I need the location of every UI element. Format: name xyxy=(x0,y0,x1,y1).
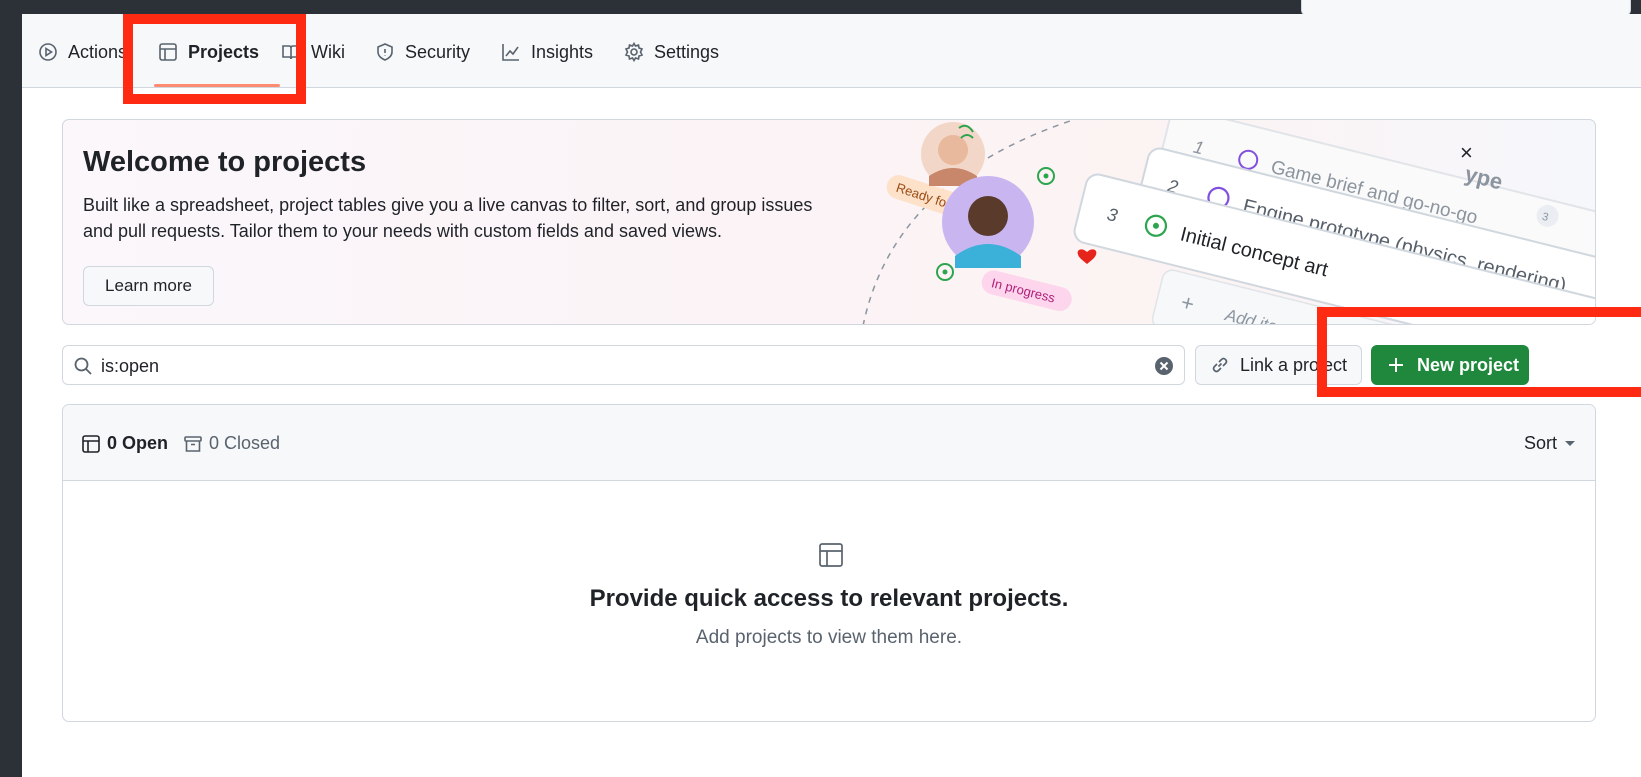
empty-state-title: Provide quick access to relevant project… xyxy=(589,585,1069,612)
chevron-down-icon xyxy=(1565,441,1575,446)
tab-projects[interactable]: Projects xyxy=(158,32,259,72)
banner-title: Welcome to projects xyxy=(83,146,367,178)
gear-icon xyxy=(624,42,644,62)
repo-tab-bar: Actions Projects Wiki Security Insights … xyxy=(22,14,1641,88)
link-project-button[interactable]: Link a project xyxy=(1195,345,1362,385)
search-input[interactable]: is:open xyxy=(101,356,159,377)
empty-state-subtitle: Add projects to view them here. xyxy=(695,627,963,648)
banner-description: Built like a spreadsheet, project tables… xyxy=(83,195,813,241)
tab-label: Projects xyxy=(188,41,260,62)
heart-icon xyxy=(1077,249,1097,264)
open-projects-filter[interactable]: 0 Open xyxy=(81,433,168,454)
tab-label: Settings xyxy=(654,41,720,62)
tab-label: Actions xyxy=(68,41,128,62)
table-icon xyxy=(159,43,177,61)
learn-more-button[interactable]: Learn more xyxy=(83,266,214,306)
tab-security[interactable]: Security xyxy=(375,32,470,72)
closed-projects-filter[interactable]: 0 Closed xyxy=(183,433,280,454)
active-tab-underline xyxy=(154,84,280,87)
table-icon xyxy=(819,543,843,567)
shield-icon xyxy=(377,43,393,61)
sort-label: Sort xyxy=(1523,433,1557,453)
archive-icon xyxy=(184,435,202,452)
new-project-label: New project xyxy=(1417,354,1520,375)
welcome-banner: Welcome to projects Built like a spreads… xyxy=(62,119,1596,325)
project-search-field[interactable]: is:open xyxy=(62,345,1185,385)
tab-wiki[interactable]: Wiki xyxy=(281,32,345,72)
in-progress-tag: In progress xyxy=(981,270,1072,311)
clear-search-icon[interactable] xyxy=(1154,356,1174,376)
plus-icon xyxy=(1389,358,1403,372)
banner-illustration: Ready for review In progress 1 Game brie… xyxy=(862,120,1595,324)
graph-icon xyxy=(502,44,519,61)
play-icon xyxy=(39,43,57,61)
window-top-bar xyxy=(0,0,1641,16)
close-icon[interactable]: × xyxy=(1460,140,1473,166)
project-list-header: 0 Open 0 Closed Sort xyxy=(63,405,1595,481)
sort-dropdown[interactable]: Sort xyxy=(1524,433,1575,454)
tab-settings[interactable]: Settings xyxy=(624,32,719,72)
closed-count: 0 Closed xyxy=(209,433,281,453)
tab-label: Insights xyxy=(531,41,594,62)
projects-page: Actions Projects Wiki Security Insights … xyxy=(22,14,1641,777)
tab-actions[interactable]: Actions xyxy=(38,32,127,72)
project-list: 0 Open 0 Closed Sort Provide quick acces… xyxy=(62,404,1596,722)
open-count: 0 Open xyxy=(107,433,169,453)
search-icon xyxy=(74,357,92,375)
link-icon xyxy=(1212,357,1228,373)
book-icon xyxy=(282,45,300,60)
tab-label: Security xyxy=(405,41,471,62)
link-project-label: Link a project xyxy=(1240,354,1348,375)
new-project-button[interactable]: New project xyxy=(1371,345,1529,385)
tab-insights[interactable]: Insights xyxy=(501,32,593,72)
table-icon xyxy=(82,434,100,453)
tab-label: Wiki xyxy=(311,41,345,62)
